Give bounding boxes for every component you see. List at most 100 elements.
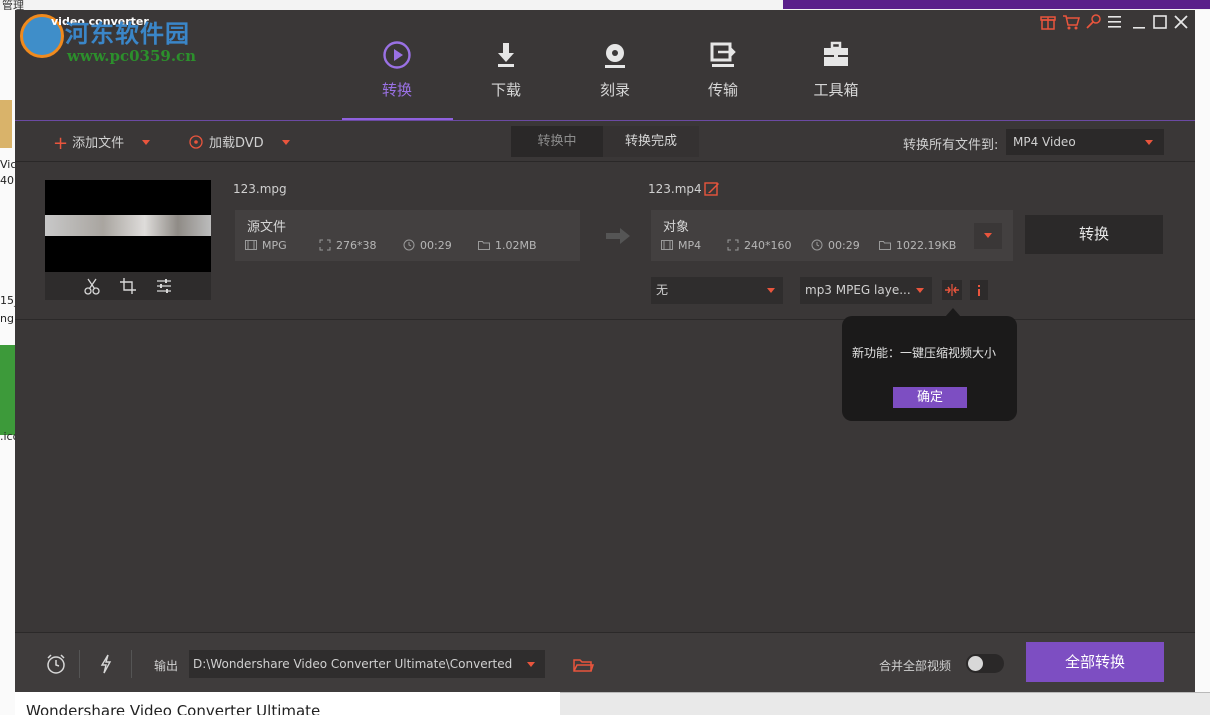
desktop-bottom-strip (560, 692, 1210, 715)
toolbar: + 添加文件 加载DVD 转换中 转换完成 转换所有文件到: MP4 Video (15, 121, 1195, 162)
film-icon (245, 240, 257, 250)
desktop-file-label: ng (0, 312, 14, 325)
key-icon[interactable] (1083, 12, 1105, 32)
menu-icon[interactable] (1104, 12, 1126, 32)
target-settings-dropdown[interactable] (974, 223, 1002, 249)
add-files-label: 添加文件 (72, 136, 125, 151)
source-title: 源文件 (247, 220, 287, 235)
toggle-knob (968, 656, 983, 671)
status-segmented-control: 转换中 转换完成 (511, 126, 699, 157)
desktop-purple-bar (783, 0, 1210, 9)
resize-icon (727, 239, 739, 251)
file-row: 123.mpg 源文件 MPG 276*38 00:29 1.02MB 123.… (15, 162, 1195, 320)
clock-icon (811, 239, 823, 251)
load-dvd-label: 加载DVD (209, 136, 264, 151)
audio-track-value: mp3 MPEG laye... (805, 283, 911, 297)
compress-icon[interactable] (942, 280, 962, 300)
tab-transfer[interactable]: 传输 (668, 40, 778, 118)
target-format: MP4 (661, 239, 701, 252)
audio-track-select[interactable]: mp3 MPEG laye... (800, 277, 932, 304)
chevron-down-icon[interactable] (281, 140, 290, 145)
dvd-icon (189, 135, 203, 149)
plus-icon: + (53, 133, 69, 154)
footer-bar: 输出 D:\Wondershare Video Converter Ultima… (15, 632, 1195, 692)
lightning-icon[interactable] (95, 653, 117, 675)
tab-label: 工具箱 (813, 81, 859, 99)
chevron-down-icon (527, 662, 535, 667)
merge-all-label: 合并全部视频 (879, 659, 952, 673)
target-resolution-value: 240*160 (744, 239, 792, 252)
edit-icon[interactable] (704, 181, 720, 197)
new-feature-tooltip: 新功能：一键压缩视频大小 确定 (842, 316, 1017, 421)
target-duration: 00:29 (811, 239, 860, 252)
desktop-file-label: .ico (0, 430, 15, 443)
open-folder-icon[interactable] (572, 654, 594, 676)
output-label: 输出 (154, 659, 179, 673)
film-icon (661, 240, 673, 250)
crop-icon[interactable] (118, 276, 138, 296)
gift-icon[interactable] (1037, 12, 1059, 32)
tab-converted[interactable]: 转换完成 (603, 126, 699, 157)
scissors-icon[interactable] (82, 276, 102, 296)
tab-converting[interactable]: 转换中 (511, 126, 603, 157)
desktop-left-strip: Vic 401 15_ ng .ico (0, 10, 15, 715)
cart-icon[interactable] (1060, 12, 1082, 32)
close-icon[interactable] (1170, 12, 1192, 32)
folder-icon (879, 241, 891, 250)
resize-icon (319, 239, 331, 251)
footer-divider (131, 650, 132, 678)
download-icon (498, 43, 514, 67)
target-title: 对象 (663, 220, 690, 235)
source-resolution-value: 276*38 (336, 239, 377, 252)
load-dvd-button[interactable]: 加载DVD (189, 132, 290, 152)
desktop-green-icon (0, 345, 15, 435)
tooltip-text: 新功能：一键压缩视频大小 (852, 346, 997, 360)
footer-divider (79, 650, 80, 678)
desktop-file-label: Vic (0, 158, 15, 171)
source-filename: 123.mpg (233, 182, 287, 196)
output-path-select[interactable]: D:\Wondershare Video Converter Ultimate\… (189, 650, 545, 678)
app-header: video converter 河东软件园 www.pc0359.cn 转换 下… (15, 10, 1195, 120)
output-format-select[interactable]: MP4 Video (1006, 129, 1164, 155)
tab-download[interactable]: 下载 (451, 40, 561, 118)
thumbnail-toolbar (45, 272, 211, 300)
desktop-file-label: 15_ (0, 294, 15, 307)
minimize-icon[interactable] (1128, 12, 1150, 32)
desktop-file-label: 401 (0, 174, 15, 187)
tab-label: 下载 (490, 81, 521, 99)
convert-all-button[interactable]: 全部转换 (1026, 642, 1164, 682)
source-resolution: 276*38 (319, 239, 377, 252)
clock-icon (403, 239, 415, 251)
tab-burn[interactable]: 刻录 (560, 40, 670, 118)
target-info-box: 对象 MP4 240*160 00:29 1022.19KB (651, 210, 1013, 261)
video-thumbnail[interactable] (45, 180, 211, 272)
tab-label: 刻录 (599, 81, 630, 99)
source-size: 1.02MB (478, 239, 537, 252)
desktop-folder-icon (0, 100, 12, 148)
info-icon[interactable] (970, 280, 988, 300)
source-size-value: 1.02MB (495, 239, 537, 252)
convert-all-to-label: 转换所有文件到: (903, 138, 999, 153)
chevron-down-icon[interactable] (142, 140, 151, 145)
convert-button[interactable]: 转换 (1025, 215, 1163, 254)
watermark-title: 河东软件园 (65, 20, 190, 48)
add-files-button[interactable]: + 添加文件 (53, 132, 151, 154)
chevron-down-icon (1145, 140, 1153, 145)
tab-convert[interactable]: 转换 (342, 40, 452, 118)
maximize-icon[interactable] (1149, 12, 1171, 32)
merge-all-toggle[interactable] (966, 654, 1004, 673)
tooltip-ok-button[interactable]: 确定 (893, 387, 967, 408)
target-duration-value: 00:29 (828, 239, 860, 252)
watermark-url: www.pc0359.cn (67, 47, 197, 65)
alarm-clock-icon[interactable] (45, 653, 67, 675)
app-window: video converter 河东软件园 www.pc0359.cn 转换 下… (15, 10, 1195, 692)
folder-icon (478, 241, 490, 250)
toolbox-icon (824, 41, 848, 66)
target-format-value: MP4 (678, 239, 702, 252)
chevron-down-icon (916, 288, 924, 293)
tab-toolbox[interactable]: 工具箱 (781, 40, 891, 118)
subtitle-select[interactable]: 无 (651, 277, 783, 304)
desktop-bottom-text: Wondershare Video Converter Ultimate (26, 702, 321, 715)
subtitle-value: 无 (656, 283, 669, 297)
adjust-icon[interactable] (154, 276, 174, 296)
